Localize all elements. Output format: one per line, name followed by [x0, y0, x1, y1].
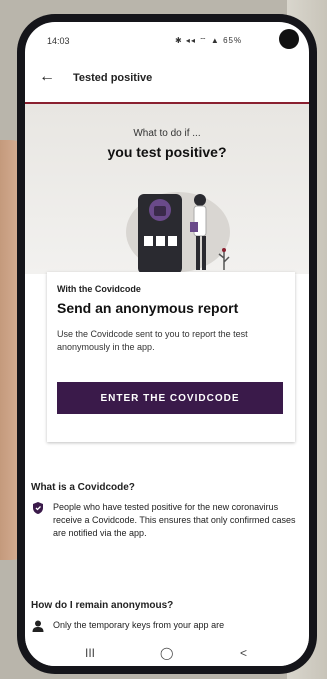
section-what-is: What is a Covidcode? People who have tes…	[25, 482, 309, 540]
hero-subtitle: What to do if ...	[133, 128, 201, 139]
shield-icon	[33, 502, 43, 514]
enter-covidcode-button[interactable]: ENTER THE COVIDCODE	[57, 382, 283, 414]
list-item-text: People who have tested positive for the …	[53, 502, 296, 538]
recent-apps-icon[interactable]: III	[85, 646, 95, 660]
report-card: With the Covidcode Send an anonymous rep…	[47, 272, 295, 442]
list-item-text: Only the temporary keys from your app ar…	[53, 620, 225, 630]
hero-section: What to do if ... you test positive?	[25, 104, 309, 274]
app-bar: ← Tested positive	[25, 58, 309, 104]
section-title: How do I remain anonymous?	[31, 600, 174, 611]
card-label: With the Covidcode	[57, 284, 141, 294]
user-icon	[32, 620, 44, 632]
phone-frame: 14:03 ✱ ◂◂ ⌔ ▲ 65% ← Tested positive Wha…	[17, 14, 317, 674]
list-item: Only the temporary keys from your app ar…	[25, 619, 309, 632]
status-icons: ✱ ◂◂ ⌔ ▲ 65%	[175, 36, 243, 45]
system-nav-bar: III ◯ <	[25, 640, 309, 666]
status-bar: 14:03 ✱ ◂◂ ⌔ ▲ 65%	[25, 22, 309, 56]
phone-screen: 14:03 ✱ ◂◂ ⌔ ▲ 65% ← Tested positive Wha…	[25, 22, 309, 666]
phone-person-illustration	[126, 192, 230, 274]
section-title: What is a Covidcode?	[31, 482, 135, 493]
back-arrow-icon[interactable]: ←	[39, 68, 55, 86]
section-anonymous: How do I remain anonymous? Only the temp…	[25, 600, 309, 632]
status-time: 14:03	[47, 36, 70, 46]
hero-title: you test positive?	[107, 144, 227, 160]
list-item: People who have tested positive for the …	[25, 501, 309, 540]
front-camera	[279, 29, 299, 49]
card-title: Send an anonymous report	[57, 300, 239, 316]
back-nav-icon[interactable]: <	[240, 646, 247, 660]
card-description: Use the Covidcode sent to you to report …	[57, 329, 248, 352]
page-title: Tested positive	[73, 72, 153, 84]
home-icon[interactable]: ◯	[160, 646, 173, 660]
